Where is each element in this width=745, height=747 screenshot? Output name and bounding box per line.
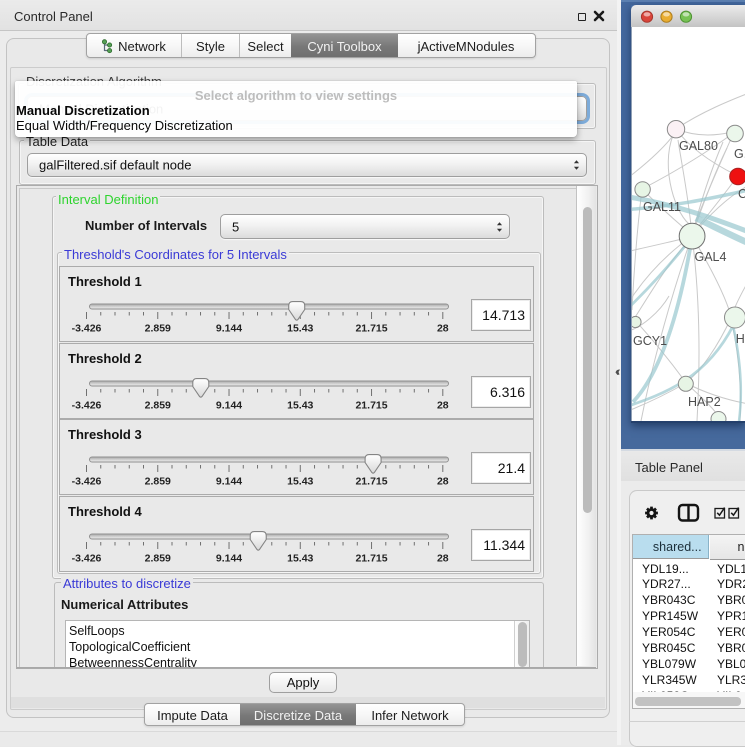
svg-text:9.144: 9.144 xyxy=(216,476,242,488)
svg-text:-3.426: -3.426 xyxy=(72,323,102,335)
svg-text:9.144: 9.144 xyxy=(216,552,242,564)
svg-text:21.715: 21.715 xyxy=(355,323,387,335)
svg-text:21.715: 21.715 xyxy=(355,399,387,411)
svg-text:GAL4: GAL4 xyxy=(695,250,727,264)
svg-text:C: C xyxy=(738,187,745,201)
svg-text:2.859: 2.859 xyxy=(145,552,171,564)
svg-text:GAL11: GAL11 xyxy=(643,200,681,214)
svg-text:-3.426: -3.426 xyxy=(72,552,102,564)
svg-text:H: H xyxy=(736,332,745,346)
svg-text:15.43: 15.43 xyxy=(287,552,313,564)
svg-text:15.43: 15.43 xyxy=(287,476,313,488)
svg-text:G.: G. xyxy=(734,147,745,161)
svg-text:2.859: 2.859 xyxy=(145,323,171,335)
svg-text:15.43: 15.43 xyxy=(287,323,313,335)
svg-text:GAL80: GAL80 xyxy=(679,139,718,153)
svg-text:2.859: 2.859 xyxy=(145,476,171,488)
svg-text:21.715: 21.715 xyxy=(355,476,387,488)
svg-text:15.43: 15.43 xyxy=(287,399,313,411)
svg-text:9.144: 9.144 xyxy=(216,399,242,411)
svg-text:GCY1: GCY1 xyxy=(633,334,667,348)
svg-text:28: 28 xyxy=(437,476,449,488)
svg-text:28: 28 xyxy=(437,399,449,411)
svg-text:-3.426: -3.426 xyxy=(72,399,102,411)
svg-text:21.715: 21.715 xyxy=(355,552,387,564)
svg-text:28: 28 xyxy=(437,552,449,564)
svg-text:28: 28 xyxy=(437,323,449,335)
svg-text:HAP2: HAP2 xyxy=(688,395,721,409)
svg-text:9.144: 9.144 xyxy=(216,323,242,335)
svg-text:-3.426: -3.426 xyxy=(72,476,102,488)
svg-text:2.859: 2.859 xyxy=(145,399,171,411)
